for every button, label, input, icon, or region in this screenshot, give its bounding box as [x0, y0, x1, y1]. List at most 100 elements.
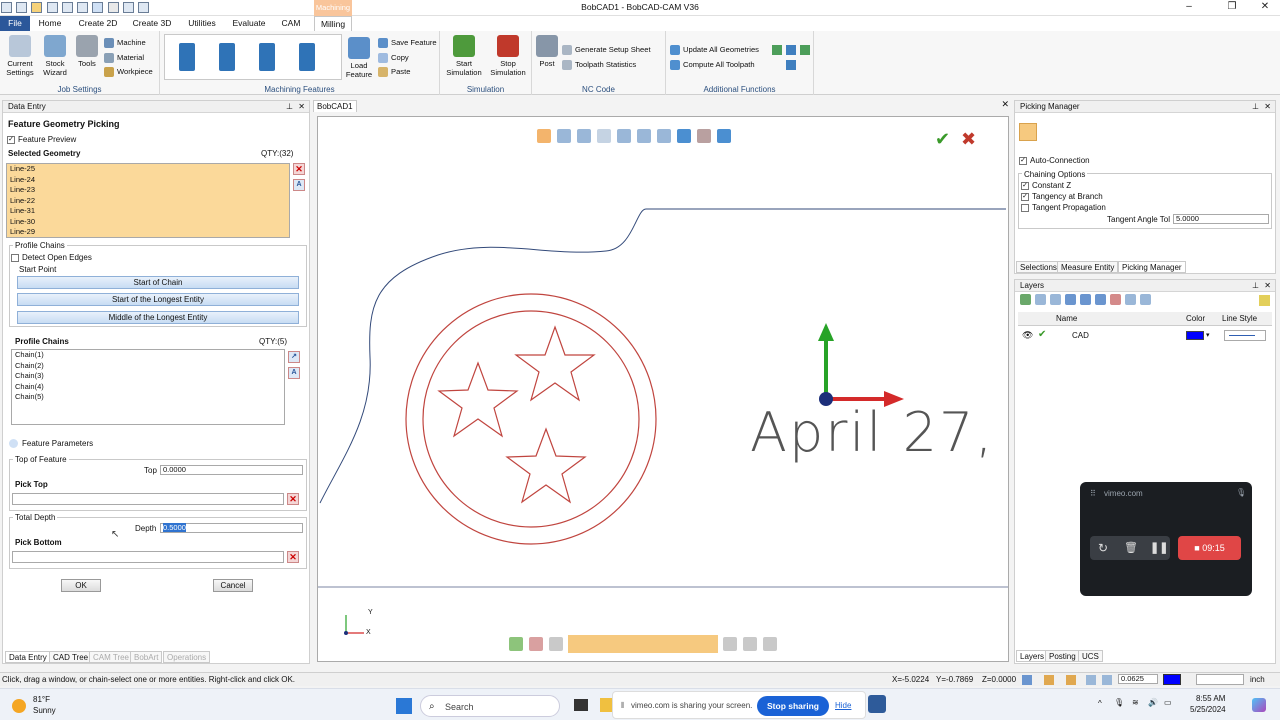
list-item[interactable]: Line-22 [7, 196, 289, 207]
active-check-icon[interactable]: ✔ [1038, 329, 1046, 340]
chain-icon[interactable] [743, 637, 758, 651]
extra-function-icon[interactable] [786, 45, 796, 55]
add-layer-icon[interactable] [1020, 294, 1031, 305]
wifi-icon[interactable]: ≋ [1132, 698, 1139, 707]
pick-arrow-icon[interactable] [1019, 123, 1037, 141]
feature-preview-checkbox[interactable]: ✓ Feature Preview [7, 135, 76, 144]
tab-create-3d[interactable]: Create 3D [128, 16, 176, 31]
table-row[interactable]: 👁 ✔ CAD ▾ [1018, 328, 1272, 344]
chevron-up-icon[interactable]: ^ [1098, 699, 1102, 708]
detect-open-edges-checkbox[interactable]: Detect Open Edges [11, 253, 92, 262]
tab-evaluate[interactable]: Evaluate [228, 16, 270, 31]
chain-icon[interactable] [549, 637, 563, 651]
close-icon[interactable]: ✕ [298, 101, 305, 113]
tab-ucs[interactable]: UCS [1078, 650, 1103, 662]
feature-parameters-toggle[interactable]: Feature Parameters [9, 439, 93, 449]
tab-create-2d[interactable]: Create 2D [74, 16, 122, 31]
line-style-select[interactable] [1224, 330, 1266, 341]
checkbox-checked[interactable]: ✓ [7, 135, 15, 144]
chain-icon[interactable] [509, 637, 523, 651]
checkbox-checked[interactable]: ✓ [1021, 192, 1029, 201]
profile-chains-list[interactable]: Chain(1) Chain(2) Chain(3) Chain(4) Chai… [11, 349, 285, 425]
move-left-icon[interactable] [1065, 294, 1076, 305]
windows-start-icon[interactable] [396, 698, 412, 714]
trash-icon[interactable]: 🗑 [1124, 541, 1138, 554]
remove-all-icon[interactable]: A [293, 179, 305, 191]
layer-icon[interactable] [1035, 294, 1046, 305]
task-view-icon[interactable] [574, 699, 588, 711]
snap-icon[interactable] [1102, 675, 1112, 685]
list-item[interactable]: Chain(4) [12, 382, 284, 393]
hide-link[interactable]: Hide [835, 701, 851, 710]
start-longest-entity-button[interactable]: Start of the Longest Entity [17, 293, 299, 306]
tab-file[interactable]: File [0, 16, 30, 31]
extra-function-icon[interactable] [800, 45, 810, 55]
battery-icon[interactable]: ▭ [1164, 698, 1172, 707]
save-icon[interactable] [46, 2, 58, 13]
list-item[interactable]: Line-29 [7, 227, 289, 237]
chain-mode-group[interactable] [568, 635, 719, 653]
filter-icon[interactable] [1259, 295, 1270, 306]
extra-function-icon[interactable] [772, 45, 782, 55]
move-up-icon[interactable] [1080, 294, 1091, 305]
close-document-icon[interactable]: ✕ [1001, 99, 1009, 110]
snap-icon[interactable] [1022, 675, 1032, 685]
tab-posting[interactable]: Posting [1045, 650, 1080, 662]
tangency-branch-checkbox[interactable]: ✓ Tangency at Branch [1021, 192, 1103, 201]
minimize-icon[interactable]: – [1176, 1, 1202, 12]
list-item[interactable]: Line-30 [7, 217, 289, 228]
volume-icon[interactable]: 🔊 [1148, 698, 1158, 707]
snap-icon[interactable] [1086, 675, 1096, 685]
top-input[interactable]: 0.0000 [160, 465, 303, 475]
redo-icon[interactable] [107, 2, 119, 13]
chain-icon[interactable] [529, 637, 543, 651]
list-item[interactable]: Line-23 [7, 185, 289, 196]
settings-icon[interactable] [138, 2, 150, 13]
remove-selected-icon[interactable]: ✕ [293, 163, 305, 175]
stock-wizard-button[interactable]: Stock Wizard [38, 35, 72, 77]
material-button[interactable]: Material [104, 53, 144, 63]
save-as-icon[interactable] [61, 2, 73, 13]
tab-cad-tree[interactable]: CAD Tree [49, 651, 93, 663]
auto-connection-checkbox[interactable]: ✓ Auto-Connection [1019, 156, 1090, 165]
setup-sheet-button[interactable]: Generate Setup Sheet [562, 45, 651, 55]
list-item[interactable]: Line-24 [7, 175, 289, 186]
feature-icon-2[interactable] [219, 43, 235, 71]
tab-selections[interactable]: Selections [1016, 261, 1061, 273]
undo-icon[interactable] [92, 2, 104, 13]
pick-bottom-field[interactable] [12, 551, 284, 563]
middle-longest-entity-button[interactable]: Middle of the Longest Entity [17, 311, 299, 324]
tab-cam-tree[interactable]: CAM Tree [89, 651, 134, 663]
workpiece-button[interactable]: Workpiece [104, 67, 153, 77]
post-button[interactable]: Post [536, 35, 558, 68]
depth-input[interactable]: 0.5000 [160, 523, 303, 533]
print-icon[interactable] [77, 2, 89, 13]
save-feature-button[interactable]: Save Feature [378, 38, 437, 48]
stop-simulation-button[interactable]: Stop Simulation [488, 35, 528, 77]
ok-button[interactable]: OK [61, 579, 101, 592]
tab-operations[interactable]: Operations [163, 651, 211, 663]
tab-bobart[interactable]: BobArt [130, 651, 163, 663]
list-item[interactable]: Chain(1) [12, 350, 284, 361]
tab-measure-entity[interactable]: Measure Entity [1057, 261, 1119, 273]
snap-icon[interactable] [1044, 675, 1054, 685]
chain-icon[interactable] [763, 637, 778, 651]
clear-pick-top-icon[interactable]: ✕ [287, 493, 299, 505]
cancel-button[interactable]: Cancel [213, 579, 253, 592]
new-file-icon[interactable] [16, 2, 28, 13]
units-select[interactable]: inch [1250, 675, 1265, 684]
feature-icon-3[interactable] [259, 43, 275, 71]
close-icon[interactable]: ✕ [1264, 101, 1271, 113]
tab-home[interactable]: Home [32, 16, 68, 31]
restore-icon[interactable]: ❐ [1219, 1, 1245, 12]
paste-button[interactable]: Paste [378, 67, 410, 77]
copilot-icon[interactable] [1252, 698, 1266, 712]
extra-function-icon[interactable] [786, 60, 796, 70]
update-all-geometries-button[interactable]: Update All Geometries [670, 45, 759, 55]
stop-recording-button[interactable]: ■ 09:15 [1178, 536, 1241, 560]
feature-gallery[interactable] [164, 34, 342, 80]
bobcad-taskbar-icon[interactable] [868, 695, 886, 713]
list-item[interactable]: Chain(2) [12, 361, 284, 372]
chain-all-icon[interactable]: A [288, 367, 300, 379]
current-color-swatch[interactable] [1163, 674, 1181, 685]
